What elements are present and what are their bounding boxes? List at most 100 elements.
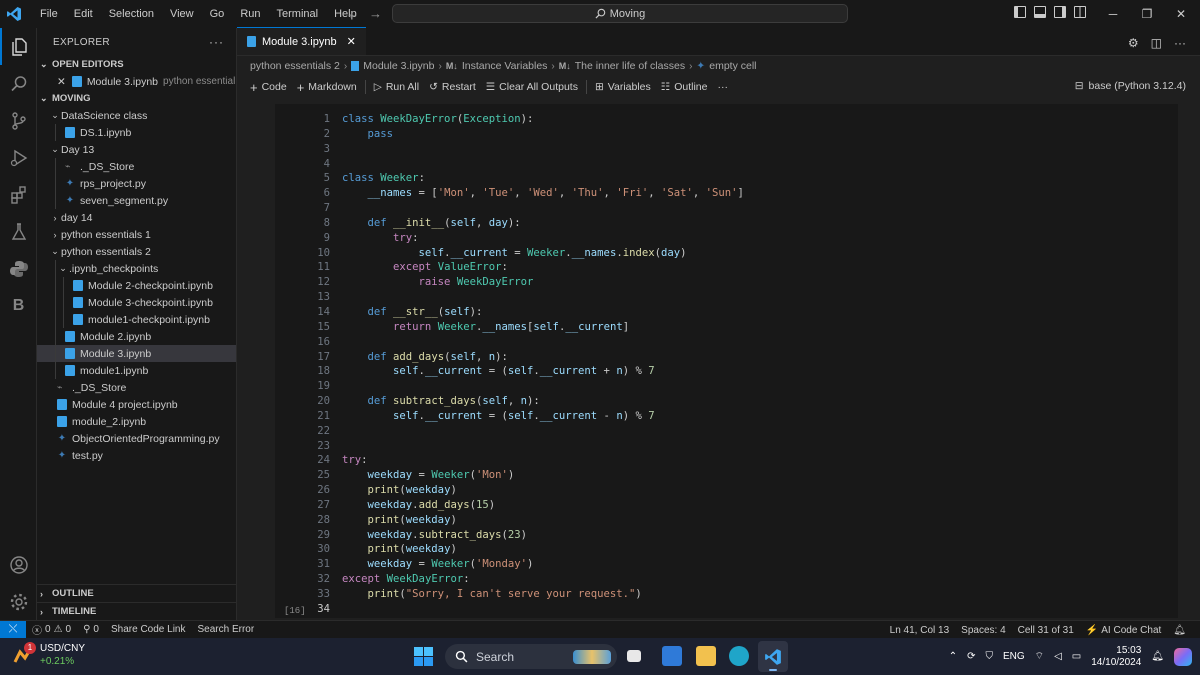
clock[interactable]: 15:03 14/10/2024 [1091, 645, 1141, 669]
menu-file[interactable]: File [32, 0, 66, 28]
widgets-button[interactable]: 1 USD/CNY +0.21% [12, 642, 85, 668]
toggle-secondary-sidebar-icon[interactable] [1054, 6, 1066, 18]
tree-file[interactable]: Module 4 project.ipynb [37, 396, 236, 413]
menu-selection[interactable]: Selection [101, 0, 162, 28]
edge-browser-icon[interactable] [729, 646, 749, 666]
close-editor-icon[interactable]: ✕ [57, 76, 66, 88]
customize-layout-icon[interactable] [1074, 6, 1086, 18]
tree-file[interactable]: ✦ test.py [37, 447, 236, 464]
open-editors-section[interactable]: ⌄ OPEN EDITORS [37, 56, 236, 73]
vpn-icon[interactable]: ⛉ [986, 651, 994, 662]
tree-folder[interactable]: ⌄ .ipynb_checkpoints [37, 260, 236, 277]
wifi-icon[interactable]: ⌔ [1035, 650, 1044, 663]
open-editor-item[interactable]: ✕ Module 3.ipynb python essential... [37, 73, 236, 90]
breadcrumb-subsection[interactable]: The inner life of classes [575, 60, 685, 72]
tree-file[interactable]: ✦ rps_project.py [37, 175, 236, 192]
notification-bell-icon[interactable]: 🔔︎ [1151, 651, 1164, 662]
settings-gear-icon[interactable]: ⚙ [1128, 36, 1139, 50]
back-arrow-icon[interactable]: ← [346, 6, 359, 21]
explorer-icon[interactable] [0, 28, 37, 65]
menu-terminal[interactable]: Terminal [269, 0, 327, 28]
variables-button[interactable]: ⊞ Variables [590, 81, 656, 93]
tree-folder[interactable]: ⌄ Day 13 [37, 141, 236, 158]
tree-file[interactable]: module_2.ipynb [37, 413, 236, 430]
battery-icon[interactable]: ▭ [1072, 651, 1081, 662]
tree-folder[interactable]: › python essentials 1 [37, 226, 236, 243]
toggle-sidebar-icon[interactable] [1014, 6, 1026, 18]
toggle-panel-icon[interactable] [1034, 6, 1046, 18]
ports-indicator[interactable]: ⚲ 0 [77, 624, 105, 635]
cell-indicator[interactable]: Cell 31 of 31 [1012, 625, 1080, 636]
close-tab-icon[interactable]: ✕ [347, 35, 356, 48]
source-control-icon[interactable] [0, 102, 37, 139]
run-all-button[interactable]: ▷ Run All [369, 81, 424, 93]
search-icon[interactable] [0, 65, 37, 102]
search-error-link[interactable]: Search Error [191, 624, 260, 635]
tree-file[interactable]: Module 3.ipynb [37, 345, 236, 362]
breadcrumb-folder[interactable]: python essentials 2 [250, 60, 340, 72]
tree-folder[interactable]: ⌄ DataScience class [37, 107, 236, 124]
tree-file[interactable]: DS.1.ipynb [37, 124, 236, 141]
outline-section[interactable]: › OUTLINE [37, 584, 236, 602]
restore-icon[interactable]: ❐ [1130, 0, 1164, 28]
notifications-bell-icon[interactable]: 🔔︎ [1167, 625, 1192, 636]
close-icon[interactable]: ✕ [1164, 0, 1198, 28]
ai-code-chat[interactable]: ⚡ AI Code Chat [1080, 625, 1168, 636]
volume-icon[interactable]: ◁ [1054, 651, 1062, 662]
store-icon[interactable] [662, 646, 682, 666]
breadcrumb-file[interactable]: Module 3.ipynb [363, 60, 434, 72]
forward-arrow-icon[interactable]: → [369, 6, 382, 21]
tree-file[interactable]: ✦ ObjectOrientedProgramming.py [37, 430, 236, 447]
restart-button[interactable]: ↺ Restart [424, 81, 481, 93]
moving-folder-section[interactable]: ⌄ MOVING [37, 90, 236, 107]
clear-outputs-button[interactable]: ☰ Clear All Outputs [481, 81, 583, 93]
extensions-icon[interactable] [0, 176, 37, 213]
language-indicator[interactable]: ENG [1003, 651, 1025, 662]
add-markdown-button[interactable]: + Markdown [292, 80, 362, 95]
tree-folder[interactable]: › day 14 [37, 209, 236, 226]
menu-run[interactable]: Run [232, 0, 268, 28]
menu-edit[interactable]: Edit [66, 0, 101, 28]
tab-module-3[interactable]: Module 3.ipynb ✕ [237, 27, 366, 55]
file-explorer-icon[interactable] [696, 646, 716, 666]
more-actions-icon[interactable]: ··· [209, 35, 224, 49]
menu-go[interactable]: Go [202, 0, 233, 28]
tree-file[interactable]: ⌁ ._DS_Store [37, 158, 236, 175]
tree-folder[interactable]: ⌄ python essentials 2 [37, 243, 236, 260]
run-debug-icon[interactable] [0, 139, 37, 176]
timeline-section[interactable]: › TIMELINE [37, 602, 236, 620]
kernel-picker[interactable]: ⊟ base (Python 3.12.4) [1075, 80, 1186, 92]
more-actions-icon[interactable]: ··· [1174, 36, 1186, 50]
b-extension-icon[interactable]: B [0, 287, 37, 324]
command-center[interactable]: Moving [392, 4, 848, 23]
toolbar-more-button[interactable]: ··· [712, 81, 733, 93]
menu-view[interactable]: View [162, 0, 202, 28]
sync-icon[interactable]: ⟳ [967, 651, 975, 662]
task-view-icon[interactable] [627, 650, 641, 662]
tree-file[interactable]: module1.ipynb [37, 362, 236, 379]
show-hidden-icons-icon[interactable]: ⌃ [949, 651, 957, 662]
remote-indicator-icon[interactable]: ⤬ [0, 620, 26, 639]
tree-file[interactable]: Module 2.ipynb [37, 328, 236, 345]
breadcrumb-cell[interactable]: empty cell [709, 60, 756, 72]
minimize-icon[interactable]: ─ [1096, 0, 1130, 28]
account-icon[interactable] [0, 546, 37, 583]
manage-gear-icon[interactable] [0, 583, 37, 620]
testing-flask-icon[interactable] [0, 213, 37, 250]
breadcrumb-section[interactable]: Instance Variables [462, 60, 548, 72]
code-cell[interactable]: [16] 1 class WeekDayError(Exception): 2 p… [272, 104, 1178, 618]
tree-file[interactable]: ✦ seven_segment.py [37, 192, 236, 209]
tree-file[interactable]: Module 3-checkpoint.ipynb [37, 294, 236, 311]
split-editor-icon[interactable]: ◫ [1151, 36, 1162, 50]
python-icon[interactable] [0, 250, 37, 287]
add-code-button[interactable]: + Code [245, 80, 292, 95]
tree-file[interactable]: Module 2-checkpoint.ipynb [37, 277, 236, 294]
taskbar-search[interactable]: Search [445, 644, 617, 669]
outline-button[interactable]: ☷ Outline [656, 81, 713, 93]
problems-indicator[interactable]: ⓧ 0 ⚠ 0 [26, 622, 77, 637]
copilot-icon[interactable] [1174, 647, 1192, 666]
code-editor[interactable]: 1 class WeekDayError(Exception): 2 pass 3… [308, 112, 744, 617]
vscode-taskbar-icon[interactable] [758, 641, 788, 672]
vscode-logo-icon[interactable] [0, 0, 28, 28]
indentation[interactable]: Spaces: 4 [955, 625, 1011, 636]
